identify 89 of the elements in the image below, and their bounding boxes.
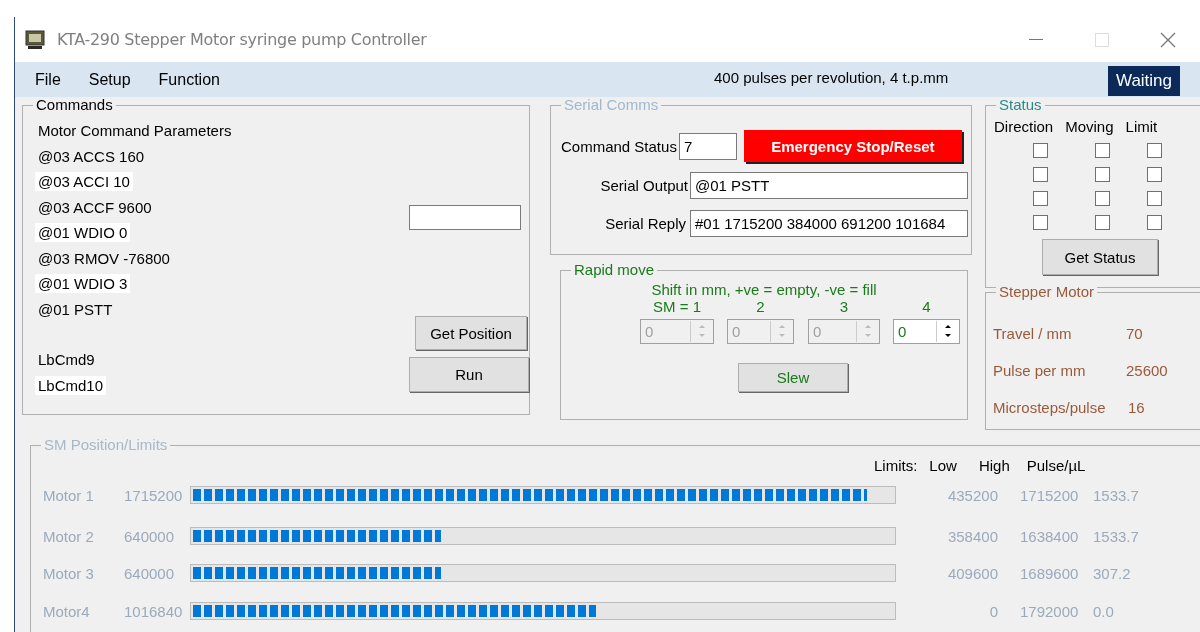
checkbox[interactable]	[1095, 215, 1110, 230]
motor-label: SM = 1	[653, 298, 701, 317]
group-title: Rapid move	[571, 262, 658, 278]
group-title: Stepper Motor	[996, 284, 1098, 300]
close-icon	[1160, 31, 1176, 48]
serial-reply-field[interactable]: #01 1715200 384000 691200 101684	[690, 210, 968, 237]
command-label: @01 PSTT	[37, 299, 114, 319]
high-limit: 1792000	[1020, 602, 1080, 620]
field-value: 16	[1128, 399, 1145, 416]
low-limit: 409600	[946, 564, 998, 582]
command-label: LbCmd9	[37, 350, 96, 370]
high-limit: 1715200	[1020, 486, 1080, 504]
low-limit: 0	[988, 602, 998, 620]
field-value: 25600	[1126, 362, 1168, 379]
motor-name: Motor4	[43, 602, 91, 620]
motor-name: Motor 2	[43, 527, 95, 545]
pulse-value: 307.2	[1093, 564, 1131, 582]
field-label: Serial Reply	[604, 215, 686, 232]
low-limit: 435200	[946, 486, 998, 504]
checkbox[interactable]	[1033, 167, 1048, 182]
motor-name: Motor 3	[43, 564, 95, 582]
group-title: Commands	[33, 97, 116, 113]
menu-item[interactable]: Setup	[68, 70, 131, 89]
column-header: Limit	[1125, 118, 1158, 135]
command-label: @03 ACCS 160	[37, 146, 146, 166]
checkbox[interactable]	[1147, 215, 1162, 230]
get-status-button[interactable]: Get Status	[1042, 239, 1158, 275]
group-title: Serial Comms	[561, 97, 662, 113]
info-label: 400 pulses per revolution, 4 t.p.mm	[714, 69, 949, 86]
emergency-stop-button[interactable]: Emergency Stop/Reset	[743, 130, 962, 162]
serial-output-field[interactable]: @01 PSTT	[690, 172, 968, 199]
command-status-field[interactable]: 7	[678, 132, 737, 160]
high-limit: 1638400	[1020, 527, 1080, 545]
get-position-button[interactable]: Get Position	[415, 316, 527, 350]
minimize-icon	[1029, 38, 1043, 41]
checkbox[interactable]	[1033, 191, 1048, 206]
motor-name: Motor 1	[43, 486, 95, 504]
motor-label: 4	[922, 298, 931, 317]
checkbox[interactable]	[1095, 143, 1110, 158]
column-header: High	[978, 457, 1010, 474]
field-label: Pulse per mm	[993, 362, 1087, 379]
command-input[interactable]	[409, 205, 521, 230]
command-label: @01 WDIO 0	[35, 223, 131, 243]
checkbox[interactable]	[1033, 215, 1048, 230]
motor-position: 1016840	[124, 602, 184, 620]
column-header: Low	[929, 457, 957, 474]
pulse-value: 0.0	[1093, 602, 1114, 620]
command-label: @03 RMOV -76800	[37, 248, 171, 268]
monitor-icon	[25, 29, 45, 50]
command-label: LbCmd10	[35, 375, 107, 395]
slew-button[interactable]: Slew	[738, 363, 848, 392]
column-header: Moving	[1065, 118, 1114, 135]
field-value: 70	[1126, 325, 1143, 342]
motor-position: 640000	[124, 527, 176, 545]
column-header: Direction	[994, 118, 1054, 135]
checkbox[interactable]	[1095, 167, 1110, 182]
pulse-value: 1533.7	[1093, 486, 1139, 504]
menu-item[interactable]: File	[15, 70, 61, 89]
run-button[interactable]: Run	[409, 357, 529, 392]
number-spinner[interactable]: 0	[893, 319, 960, 344]
motor-position: 640000	[124, 564, 176, 582]
checkbox[interactable]	[1147, 143, 1162, 158]
column-header: Pulse/µL	[1026, 457, 1086, 474]
window-title: KTA-290 Stepper Motor syringe pump Controller	[57, 30, 427, 49]
high-limit: 1689600	[1020, 564, 1080, 582]
hint-text: Shift in mm, +ve = empty, -ve = fill	[651, 281, 877, 298]
field-label: Serial Output	[599, 177, 688, 194]
command-label: @01 WDIO 3	[35, 274, 131, 294]
field-label: Travel / mm	[993, 325, 1073, 342]
checkbox[interactable]	[1033, 143, 1048, 158]
limits-label: Limits:	[874, 457, 918, 474]
low-limit: 358400	[946, 527, 998, 545]
motor-position: 1715200	[124, 486, 184, 504]
motor-label: 2	[756, 298, 765, 317]
motor-label: 3	[839, 298, 849, 317]
column-header: Motor Command Parameters	[37, 121, 233, 141]
pulse-value: 1533.7	[1093, 527, 1139, 545]
field-label: Command Status	[561, 137, 677, 155]
maximize-icon	[1095, 32, 1109, 47]
menu-item[interactable]: Function	[138, 70, 220, 89]
checkbox[interactable]	[1147, 167, 1162, 182]
checkbox[interactable]	[1147, 191, 1162, 206]
field-label: Microsteps/pulse	[993, 399, 1107, 416]
group-title: SM Position/Limits	[41, 437, 171, 453]
status-badge: Waiting	[1108, 66, 1180, 96]
group-title: Status	[996, 97, 1045, 113]
checkbox[interactable]	[1095, 191, 1110, 206]
command-label: @03 ACCI 10	[35, 172, 133, 192]
command-label: @03 ACCF 9600	[37, 197, 153, 217]
